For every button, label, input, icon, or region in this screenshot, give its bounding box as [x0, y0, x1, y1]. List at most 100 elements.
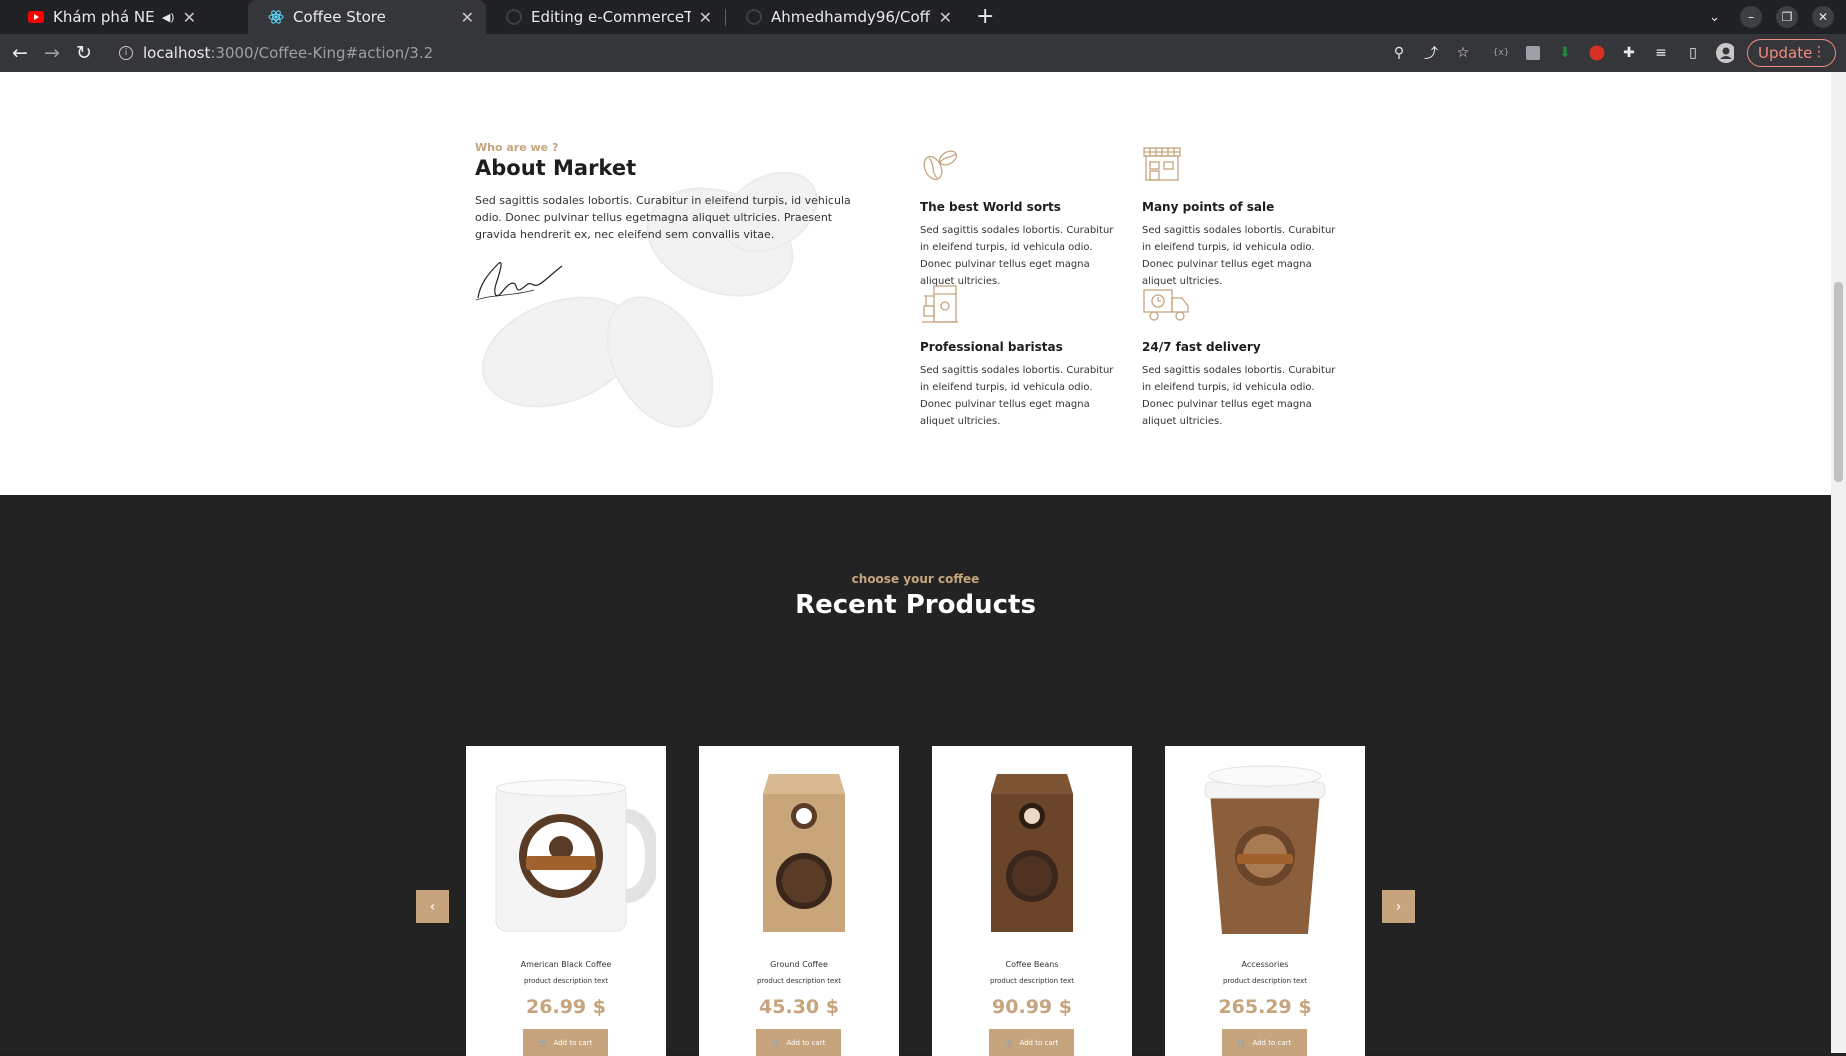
- tab-search-icon[interactable]: ⌄: [1709, 10, 1720, 25]
- forward-icon[interactable]: →: [44, 42, 60, 64]
- close-tab-icon[interactable]: ✕: [939, 8, 952, 27]
- extension-json-icon[interactable]: {x}: [1492, 44, 1510, 62]
- product-name: Coffee Beans: [1005, 960, 1059, 969]
- coffee-beans-icon: [923, 150, 958, 181]
- product-name: Accessories: [1241, 960, 1289, 969]
- feature-fast-delivery: 24/7 fast delivery Sed sagittis sodales …: [1142, 284, 1342, 430]
- scrollbar-thumb[interactable]: [1834, 282, 1843, 482]
- carousel-next-button[interactable]: ›: [1382, 890, 1415, 923]
- zoom-icon[interactable]: ⚲: [1390, 44, 1408, 62]
- window-controls: ⌄ – ❐ ✕: [1709, 0, 1846, 34]
- add-to-cart-label: Add to cart: [1019, 1038, 1059, 1047]
- product-price: 265.29 $: [1218, 996, 1312, 1018]
- page-scrollbar[interactable]: [1831, 72, 1846, 1053]
- close-tab-icon[interactable]: ✕: [461, 8, 474, 27]
- restore-icon[interactable]: ❐: [1776, 6, 1798, 28]
- feature-text: Sed sagittis sodales lobortis. Curabitur…: [1142, 225, 1336, 287]
- feature-title: The best World sorts: [920, 200, 1061, 214]
- extension-adblock-icon[interactable]: [1588, 44, 1606, 62]
- feature-points-of-sale: Many points of sale Sed sagittis sodales…: [1142, 144, 1342, 290]
- feature-title: Many points of sale: [1142, 200, 1275, 214]
- back-icon[interactable]: ←: [12, 42, 28, 64]
- tab-strip: Khám phá NEM NƯỚNG ◀) ✕ Coffee Store ✕ E…: [0, 0, 1846, 34]
- tab-youtube[interactable]: Khám phá NEM NƯỚNG ◀) ✕: [8, 0, 208, 34]
- share-icon[interactable]: ⤴: [1422, 44, 1440, 62]
- new-tab-icon[interactable]: +: [976, 4, 994, 29]
- product-image-ground-coffee: [763, 774, 845, 932]
- update-label: Update: [1758, 44, 1813, 62]
- bookmark-star-icon[interactable]: ☆: [1454, 44, 1472, 62]
- site-info-icon[interactable]: i: [119, 46, 133, 60]
- url-host: localhost: [143, 44, 211, 62]
- product-card[interactable]: Accessories product description text 265…: [1165, 746, 1365, 1056]
- add-to-cart-label: Add to cart: [786, 1038, 826, 1047]
- chevron-left-icon: ‹: [429, 898, 436, 915]
- update-button[interactable]: Update ⋮: [1747, 39, 1836, 67]
- store-icon: [1143, 147, 1181, 181]
- product-card[interactable]: Ground Coffee product description text 4…: [699, 746, 899, 1056]
- menu-dots-icon[interactable]: ⋮: [1812, 44, 1826, 60]
- about-kicker: Who are we ?: [475, 141, 559, 154]
- feature-text: Sed sagittis sodales lobortis. Curabitur…: [920, 365, 1114, 427]
- carousel-prev-button[interactable]: ‹: [416, 890, 449, 923]
- minimize-icon[interactable]: –: [1740, 6, 1762, 28]
- feature-text: Sed sagittis sodales lobortis. Curabitur…: [1142, 365, 1336, 427]
- tab-title: Khám phá NEM NƯỚNG: [53, 8, 156, 26]
- reading-list-icon[interactable]: ≡: [1652, 44, 1670, 62]
- tab-title: Ahmedhamdy96/Coffee-K: [771, 8, 931, 26]
- add-to-cart-button[interactable]: 🛒 Add to cart: [756, 1029, 841, 1056]
- tab-coffee-store[interactable]: Coffee Store ✕: [248, 0, 486, 34]
- signature: [475, 262, 563, 301]
- product-image-accessories: [1204, 765, 1326, 934]
- tab-title: Coffee Store: [293, 8, 386, 26]
- product-name: Ground Coffee: [770, 960, 828, 969]
- product-description: product description text: [756, 977, 842, 985]
- close-tab-icon[interactable]: ✕: [183, 8, 196, 27]
- close-tab-icon[interactable]: ✕: [699, 8, 712, 27]
- product-card[interactable]: Coffee Beans product description text 90…: [932, 746, 1132, 1056]
- product-card[interactable]: American Black Coffee product descriptio…: [466, 746, 666, 1056]
- add-to-cart-button[interactable]: 🛒 Add to cart: [1222, 1029, 1307, 1056]
- speaker-icon[interactable]: ◀): [162, 11, 175, 24]
- about-title: About Market: [475, 156, 637, 180]
- feature-title: Professional baristas: [920, 340, 1063, 354]
- cart-icon: 🛒: [1237, 1038, 1247, 1047]
- youtube-icon: [28, 9, 44, 25]
- about-text: Sed sagittis sodales lobortis. Curabitur…: [475, 194, 851, 241]
- extension-download-icon[interactable]: ⬇: [1556, 44, 1574, 62]
- extension-screenshot-icon[interactable]: [1524, 44, 1542, 62]
- page-viewport: Who are we ? About Market Sed sagittis s…: [0, 72, 1846, 1053]
- product-price: 90.99 $: [992, 996, 1072, 1018]
- profile-avatar-icon[interactable]: [1716, 43, 1734, 63]
- product-price: 26.99 $: [526, 996, 606, 1018]
- product-image-mug: [495, 779, 656, 932]
- products-title: Recent Products: [795, 590, 1036, 620]
- product-description: product description text: [1222, 977, 1308, 985]
- close-window-icon[interactable]: ✕: [1812, 6, 1834, 28]
- tab-editing[interactable]: Editing e-CommerceTemp ✕: [486, 0, 724, 34]
- add-to-cart-button[interactable]: 🛒 Add to cart: [989, 1029, 1074, 1056]
- add-to-cart-button[interactable]: 🛒 Add to cart: [523, 1029, 608, 1056]
- feature-best-world-sorts: The best World sorts Sed sagittis sodale…: [920, 144, 1120, 290]
- product-image-coffee-beans: [991, 774, 1073, 932]
- reload-icon[interactable]: ↻: [76, 42, 92, 64]
- about-section: Who are we ? About Market Sed sagittis s…: [0, 72, 1831, 495]
- cart-icon: 🛒: [1004, 1038, 1014, 1047]
- react-icon: [268, 9, 284, 25]
- product-description: product description text: [523, 977, 609, 985]
- tab-title: Editing e-CommerceTemp: [531, 8, 691, 26]
- cart-icon: 🛒: [538, 1038, 548, 1047]
- address-bar[interactable]: i localhost:3000/Coffee-King#action/3.2: [111, 38, 1391, 68]
- url-path: :3000/Coffee-King#action/3.2: [210, 44, 434, 62]
- coffee-machine-icon: [922, 285, 958, 323]
- extensions-puzzle-icon[interactable]: ✚: [1620, 44, 1638, 62]
- tab-github[interactable]: Ahmedhamdy96/Coffee-K ✕: [726, 0, 964, 34]
- product-description: product description text: [989, 977, 1075, 985]
- products-kicker: choose your coffee: [851, 572, 980, 586]
- github-icon: [506, 9, 522, 25]
- delivery-truck-icon: [1143, 289, 1189, 321]
- feature-text: Sed sagittis sodales lobortis. Curabitur…: [920, 225, 1114, 287]
- feature-professional-baristas: Professional baristas Sed sagittis sodal…: [920, 284, 1120, 430]
- add-to-cart-label: Add to cart: [553, 1038, 593, 1047]
- side-panel-icon[interactable]: ▯: [1684, 44, 1702, 62]
